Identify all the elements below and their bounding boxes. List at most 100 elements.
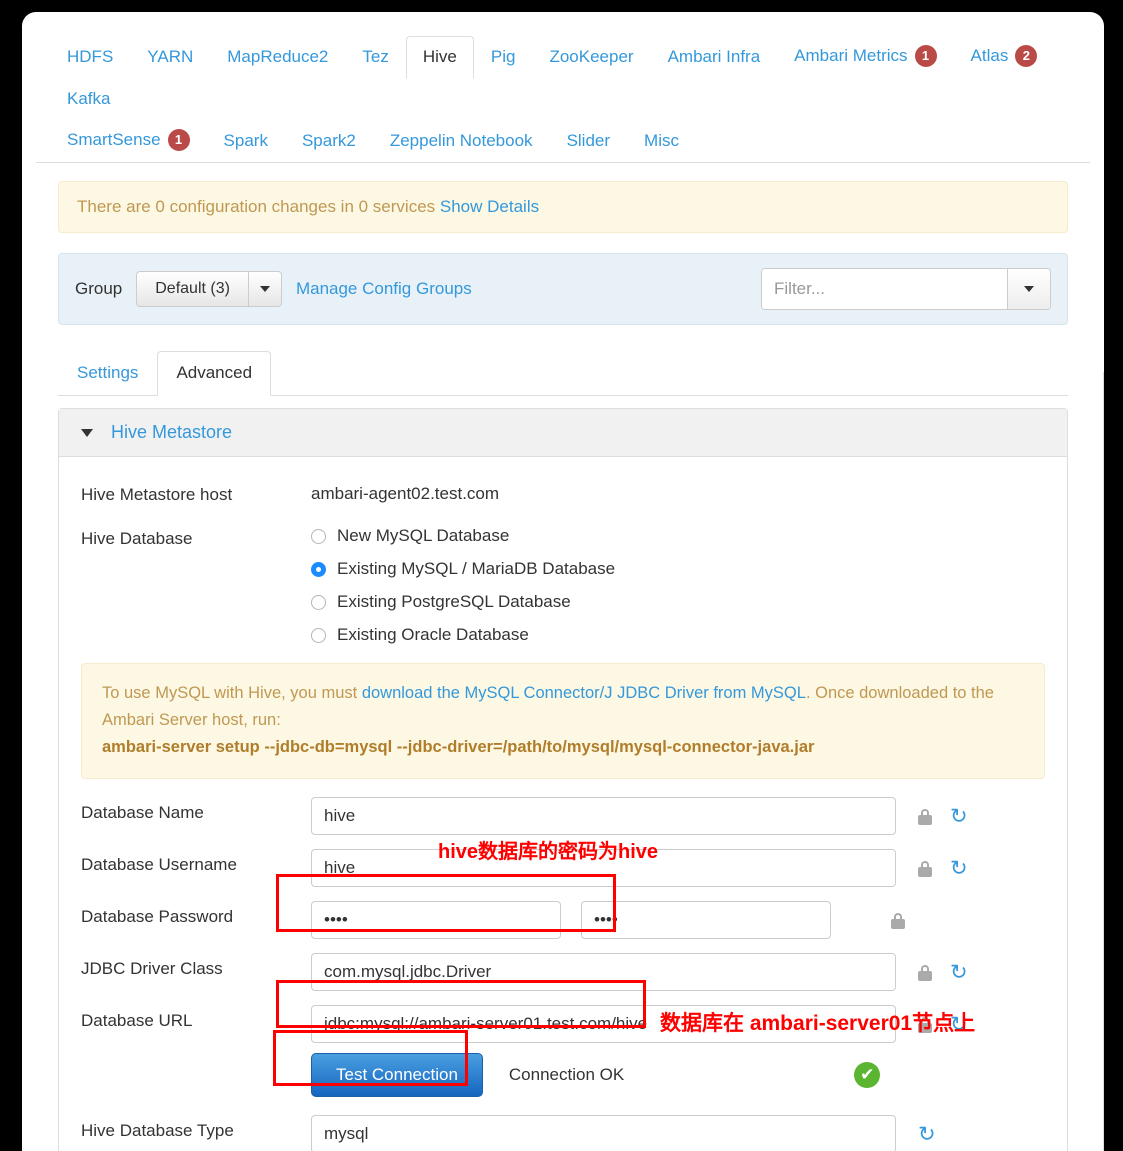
config-changes-alert: There are 0 configuration changes in 0 s… — [58, 181, 1068, 233]
notice-text-before: To use MySQL with Hive, you must — [102, 684, 362, 702]
refresh-icon[interactable]: ↻ — [950, 858, 968, 879]
service-tab-label: Misc — [644, 131, 679, 150]
service-tab-slider[interactable]: Slider — [550, 120, 627, 162]
service-tab-label: Pig — [490, 47, 516, 66]
service-tab-kafka[interactable]: Kafka — [50, 78, 127, 120]
panel-body: Hive Metastore host ambari-agent02.test.… — [59, 457, 1067, 1151]
radio-label: Existing MySQL / MariaDB Database — [337, 559, 616, 578]
service-tab-label: Spark2 — [301, 131, 356, 150]
hive-database-radio-group: New MySQL Database Existing MySQL / Mari… — [311, 523, 615, 645]
service-tab-label: Hive — [422, 47, 457, 66]
manage-config-groups-link[interactable]: Manage Config Groups — [296, 279, 472, 299]
page-inner: HDFS YARN MapReduce2 Tez Hive Pig ZooKee… — [22, 12, 1104, 1151]
field-row-jdbc-driver-class: JDBC Driver Class ↻ — [81, 952, 1045, 991]
service-tab-hdfs[interactable]: HDFS — [50, 36, 130, 78]
refresh-icon[interactable]: ↻ — [918, 1124, 936, 1145]
refresh-icon[interactable]: ↻ — [950, 962, 968, 983]
service-tab-misc[interactable]: Misc — [627, 120, 696, 162]
field-label: Hive Database — [81, 529, 193, 548]
database-password-input[interactable] — [311, 900, 561, 939]
group-label: Group — [75, 279, 123, 298]
service-tab-zeppelin-notebook[interactable]: Zeppelin Notebook — [373, 120, 550, 162]
service-tab-ambari-infra[interactable]: Ambari Infra — [651, 36, 778, 78]
config-group-caret-button[interactable] — [248, 271, 282, 307]
service-tab-spark2[interactable]: Spark2 — [285, 120, 373, 162]
lock-icon — [918, 808, 932, 825]
field-label: Database Name — [81, 802, 204, 822]
service-tab-ambari-metrics[interactable]: Ambari Metrics 1 — [777, 34, 953, 78]
service-tab-nav: HDFS YARN MapReduce2 Tez Hive Pig ZooKee… — [36, 12, 1090, 163]
radio-new-mysql-database[interactable]: New MySQL Database — [311, 526, 615, 546]
filter-dropdown-button[interactable] — [1007, 269, 1050, 309]
service-tab-label: Slider — [566, 131, 611, 150]
field-label: Database URL — [81, 1010, 193, 1030]
radio-icon[interactable] — [311, 528, 326, 544]
notice-command: ambari-server setup --jdbc-db=mysql --jd… — [102, 738, 815, 757]
service-tab-label: Tez — [362, 47, 389, 66]
service-tab-label: Spark — [223, 131, 268, 150]
chevron-down-icon — [81, 428, 93, 437]
radio-label: Existing PostgreSQL Database — [337, 592, 571, 611]
field-label: Hive Metastore host — [81, 485, 233, 504]
database-password-confirm-input[interactable] — [581, 900, 831, 939]
database-name-input[interactable] — [311, 796, 896, 835]
service-tab-label: Ambari Metrics — [794, 46, 908, 65]
config-group-selected[interactable]: Default (3) — [136, 271, 249, 307]
service-tab-yarn[interactable]: YARN — [130, 36, 210, 78]
connection-status-text: Connection OK — [508, 1064, 625, 1084]
service-tab-smartsense[interactable]: SmartSense 1 — [50, 118, 207, 162]
tab-settings[interactable]: Settings — [58, 351, 157, 395]
test-connection-button[interactable]: Test Connection — [311, 1052, 483, 1097]
service-tab-mapreduce2[interactable]: MapReduce2 — [210, 36, 345, 78]
field-row-metastore-host: Hive Metastore host ambari-agent02.test.… — [81, 479, 1045, 509]
service-tab-tez[interactable]: Tez — [345, 36, 405, 78]
hive-metastore-panel-container: Hive Metastore Hive Metastore host ambar… — [22, 396, 1104, 1151]
settings-tabs-container: Settings Advanced — [22, 325, 1104, 396]
hive-database-type-input[interactable] — [311, 1114, 896, 1151]
radio-existing-postgresql-database[interactable]: Existing PostgreSQL Database — [311, 592, 615, 612]
ambari-config-page: HDFS YARN MapReduce2 Tez Hive Pig ZooKee… — [22, 12, 1104, 1151]
service-tab-label: Zeppelin Notebook — [389, 131, 533, 150]
service-tab-zookeeper[interactable]: ZooKeeper — [532, 36, 650, 78]
config-group-bar: Group Default (3) Manage Config Groups — [58, 253, 1068, 325]
mysql-connector-notice: To use MySQL with Hive, you must downloa… — [81, 663, 1045, 779]
filter-control[interactable] — [761, 268, 1051, 310]
annotation-text-password: hive数据库的密码为hive — [438, 841, 659, 863]
config-group-dropdown[interactable]: Default (3) — [136, 271, 282, 307]
radio-icon-selected[interactable] — [311, 561, 326, 577]
radio-label: New MySQL Database — [337, 526, 510, 545]
radio-existing-oracle-database[interactable]: Existing Oracle Database — [311, 625, 615, 645]
field-label: Database Username — [81, 854, 237, 874]
filter-input[interactable] — [762, 269, 1007, 309]
radio-icon[interactable] — [311, 594, 326, 610]
lock-icon — [891, 912, 905, 929]
service-tab-badge: 1 — [914, 45, 937, 67]
radio-icon[interactable] — [311, 627, 326, 643]
settings-tabs: Settings Advanced — [58, 351, 1068, 396]
lock-icon — [918, 964, 932, 981]
show-details-link[interactable]: Show Details — [440, 197, 539, 216]
service-tab-spark[interactable]: Spark — [207, 120, 285, 162]
tab-advanced[interactable]: Advanced — [157, 351, 272, 396]
chevron-down-icon — [1024, 286, 1034, 292]
service-tab-atlas[interactable]: Atlas 2 — [954, 34, 1055, 78]
service-tab-row-1: HDFS YARN MapReduce2 Tez Hive Pig ZooKee… — [50, 34, 1076, 120]
panel-header[interactable]: Hive Metastore — [59, 409, 1067, 457]
radio-existing-mysql-mariadb-database[interactable]: Existing MySQL / MariaDB Database — [311, 559, 615, 579]
field-row-hive-database: Hive Database New MySQL Database Existin… — [81, 523, 1045, 645]
service-tab-hive[interactable]: Hive — [405, 36, 474, 79]
mysql-connector-download-link[interactable]: download the MySQL Connector/J JDBC Driv… — [362, 684, 806, 702]
service-tab-label: HDFS — [67, 47, 114, 66]
service-tab-label: Ambari Infra — [667, 47, 761, 66]
alert-container: There are 0 configuration changes in 0 s… — [22, 163, 1104, 233]
service-tab-badge: 2 — [1015, 45, 1038, 67]
mysql-connector-notice-container: To use MySQL with Hive, you must downloa… — [81, 651, 1045, 797]
success-check-icon: ✔ — [854, 1061, 881, 1088]
field-label: Database Password — [81, 906, 234, 926]
alert-text: There are 0 configuration changes in 0 s… — [77, 197, 436, 216]
refresh-icon[interactable]: ↻ — [950, 806, 968, 827]
service-tab-pig[interactable]: Pig — [474, 36, 533, 78]
jdbc-driver-class-input[interactable] — [311, 952, 896, 991]
service-tab-label: Kafka — [67, 89, 111, 108]
annotation-text-database-url: 数据库在 ambari-server01节点上 — [660, 1012, 976, 1035]
